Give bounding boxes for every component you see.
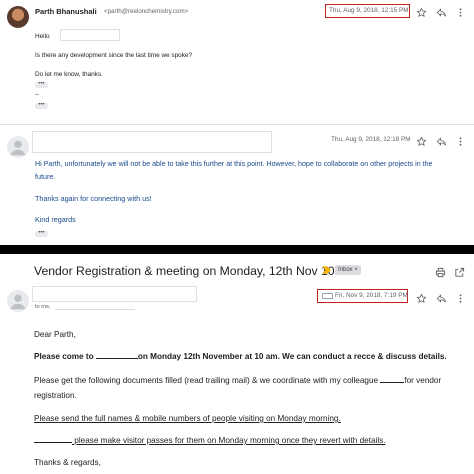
- message-line: future.: [35, 172, 56, 181]
- reply-icon[interactable]: [434, 134, 448, 148]
- star-icon[interactable]: [414, 134, 428, 148]
- person-icon: [7, 290, 29, 312]
- sender-avatar: [7, 6, 29, 28]
- email-line-1-end: on Monday 12th November at 10 am. We can…: [137, 352, 447, 361]
- message-line: Do let me know, thanks.: [35, 71, 103, 78]
- person-icon: [7, 136, 29, 158]
- redacted-sender: [32, 286, 197, 302]
- email-line-1: Please come to on Monday 12th November a…: [34, 352, 447, 361]
- redacted-blank: [95, 358, 138, 359]
- inbox-label-chip[interactable]: Inbox ×: [335, 265, 361, 275]
- redacted-blank: [34, 442, 72, 443]
- email-view-panel: Vendor Registration & meeting on Monday,…: [0, 254, 474, 474]
- show-trimmed-content-button[interactable]: •••: [35, 81, 48, 88]
- email-line-2-start: Please get the following documents fille…: [34, 376, 379, 385]
- reply-icon[interactable]: [434, 291, 448, 305]
- signature-separator: --: [35, 91, 40, 98]
- email-subject: Vendor Registration & meeting on Monday,…: [34, 264, 352, 278]
- more-vert-icon[interactable]: [453, 134, 467, 148]
- sender-name: Parth Bhanushali: [35, 7, 97, 16]
- message-line: Hello: [35, 33, 50, 40]
- message-line: Is there any development since the last …: [35, 52, 193, 59]
- email-line-3: registration.: [34, 391, 77, 400]
- star-icon[interactable]: [414, 5, 428, 19]
- message-line: Thanks again for connecting with us!: [35, 194, 152, 203]
- email-closing: Thanks & regards,: [34, 458, 101, 467]
- reply-icon[interactable]: [434, 5, 448, 19]
- email-line-5-text: please make visitor passes for them on M…: [74, 436, 386, 445]
- redacted-sender: [32, 131, 272, 153]
- redacted-blank: [380, 382, 405, 383]
- more-vert-icon[interactable]: [453, 291, 467, 305]
- more-vert-icon[interactable]: [453, 5, 467, 19]
- email-line-2-end: for vendor: [404, 376, 442, 385]
- email-thread-panel: Parth Bhanushali <parth@reelonchemistry.…: [0, 0, 474, 245]
- thread-message-1[interactable]: Parth Bhanushali <parth@reelonchemistry.…: [0, 0, 474, 120]
- email-greeting: Dear Parth,: [34, 330, 76, 339]
- redacted-text: [60, 29, 120, 41]
- thread-message-2[interactable]: Thu, Aug 9, 2018, 12:18 PM Hi Parth, unf…: [0, 125, 474, 245]
- message-date: Thu, Aug 9, 2018, 12:15 PM: [329, 7, 409, 14]
- importance-marker-icon[interactable]: [322, 265, 331, 275]
- email-line-2: Please get the following documents fille…: [34, 376, 441, 385]
- show-trimmed-content-button[interactable]: •••: [35, 102, 48, 109]
- email-line-5: please make visitor passes for them on M…: [34, 436, 386, 445]
- recipient-line[interactable]: to me,: [35, 304, 51, 310]
- email-date: Fri, Nov 9, 2018, 7:19 PM: [335, 292, 408, 299]
- redacted-recipients: [55, 309, 135, 310]
- star-icon[interactable]: [414, 291, 428, 305]
- open-new-window-icon[interactable]: [452, 265, 466, 279]
- email-line-4: Please send the full names & mobile numb…: [34, 414, 341, 423]
- email-line-1-start: Please come to: [34, 352, 94, 361]
- sender-email: <parth@reelonchemistry.com>: [104, 8, 189, 15]
- print-icon[interactable]: [433, 265, 447, 279]
- message-line: Hi Parth, unfortunately we will not be a…: [35, 160, 433, 168]
- screenshot-separator: [0, 245, 474, 254]
- message-date: Thu, Aug 9, 2018, 12:18 PM: [331, 136, 411, 143]
- message-line: Kind regards: [35, 215, 76, 224]
- show-trimmed-content-button[interactable]: •••: [35, 230, 48, 237]
